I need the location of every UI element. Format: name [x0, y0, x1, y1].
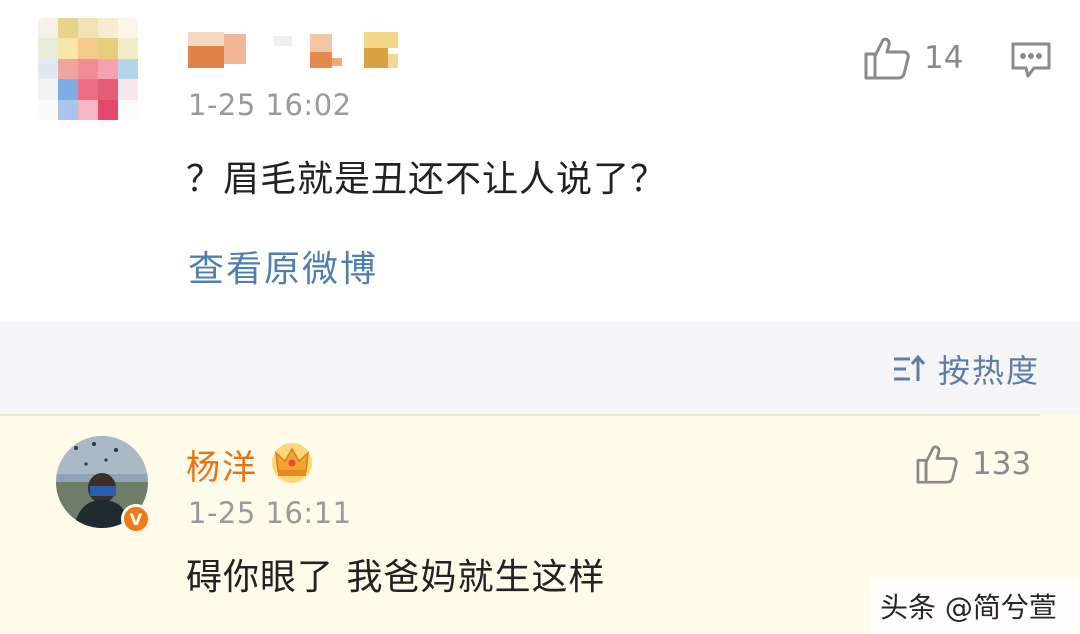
verified-v-icon: V	[121, 504, 151, 534]
divider	[0, 414, 1040, 416]
sort-bar: 按热度	[0, 322, 1080, 414]
sort-by-hot-button[interactable]: 按热度	[892, 346, 1040, 392]
reply-username[interactable]: 杨洋	[186, 440, 258, 489]
crown-icon	[270, 441, 314, 487]
like-count: 14	[924, 40, 964, 76]
thumbs-up-icon	[916, 445, 958, 484]
thumbs-up-icon	[864, 37, 910, 80]
reply-timestamp: 1-25 16:11	[188, 496, 352, 530]
top-comment-card: 1-25 16:02 ？眉毛就是丑还不让人说了？ 查看原微博 14	[0, 0, 1080, 322]
comment-timestamp: 1-25 16:02	[188, 88, 352, 122]
username-blurred[interactable]	[188, 32, 403, 70]
user-avatar-blurred[interactable]	[38, 18, 138, 120]
view-original-link[interactable]: 查看原微博	[188, 240, 378, 292]
reply-text: 碍你眼了 我爸妈就生这样	[186, 557, 606, 598]
reply-like-count: 133	[972, 446, 1032, 482]
reply-like-button[interactable]: 133	[916, 444, 1031, 484]
sort-label: 按热度	[937, 352, 1040, 390]
reply-button[interactable]	[1010, 40, 1052, 84]
like-button[interactable]: 14	[864, 36, 963, 80]
comment-bubble-icon	[1011, 42, 1051, 78]
sort-icon	[893, 354, 926, 381]
watermark-text: 头条 @简兮萱	[880, 591, 1057, 624]
comment-text: ？眉毛就是丑还不让人说了？	[186, 159, 668, 200]
